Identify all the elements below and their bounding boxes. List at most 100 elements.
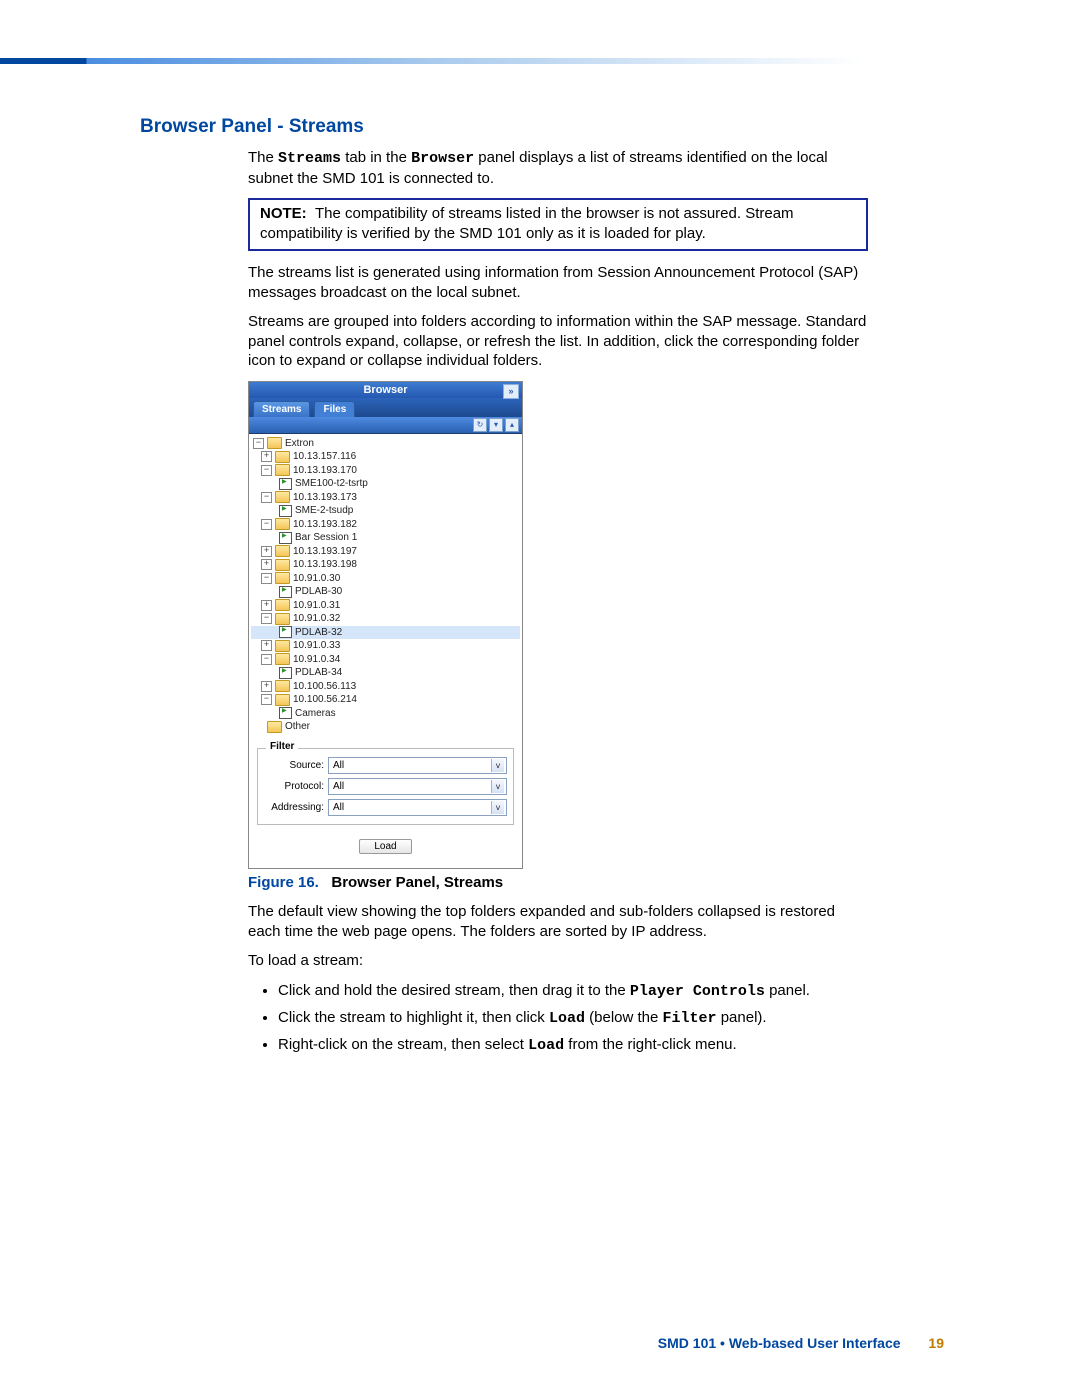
expand-toggle-icon[interactable]: + — [261, 600, 272, 611]
expand-toggle-icon[interactable]: + — [261, 451, 272, 462]
collapse-icon[interactable]: » — [503, 384, 519, 399]
folder-icon — [275, 451, 290, 463]
stream-item[interactable]: PDLAB-30 — [251, 585, 520, 599]
stream-icon — [279, 478, 292, 490]
intro-paragraph: The Streams tab in the Browser panel dis… — [248, 148, 868, 188]
text: panel. — [765, 982, 810, 999]
filter-source-select[interactable]: All ⅴ — [328, 757, 507, 774]
tab-files[interactable]: Files — [314, 401, 355, 417]
folder-item[interactable]: − 10.13.193.182 — [251, 518, 520, 532]
load-keyword: Load — [528, 1037, 564, 1054]
refresh-icon[interactable]: ↻ — [473, 418, 487, 432]
paragraph: To load a stream: — [248, 951, 868, 971]
folder-item[interactable]: − 10.13.193.170 — [251, 464, 520, 478]
panel-toolbar: ↻ ▾ ▴ — [249, 417, 522, 434]
tree-label: 10.13.193.198 — [293, 558, 357, 572]
text: from the right-click menu. — [564, 1036, 737, 1053]
figure-caption: Figure 16. Browser Panel, Streams — [248, 873, 868, 893]
folder-icon — [267, 721, 282, 733]
expand-toggle-icon[interactable]: − — [261, 694, 272, 705]
note-text: The compatibility of streams listed in t… — [260, 205, 794, 242]
filter-addressing-value: All — [333, 802, 344, 813]
stream-icon — [279, 707, 292, 719]
stream-icon — [279, 505, 292, 517]
folder-item[interactable]: +10.13.157.116 — [251, 450, 520, 464]
tree-label: Bar Session 1 — [295, 531, 357, 545]
chevron-down-icon: ⅴ — [491, 801, 504, 814]
stream-item[interactable]: Cameras — [251, 707, 520, 721]
tree-label: 10.100.56.214 — [293, 693, 357, 707]
tree-label: 10.91.0.32 — [293, 612, 340, 626]
stream-icon — [279, 667, 292, 679]
stream-item[interactable]: SME-2-tsudp — [251, 504, 520, 518]
folder-item[interactable]: −10.91.0.34 — [251, 653, 520, 667]
expand-toggle-icon[interactable]: − — [261, 519, 272, 530]
folder-item[interactable]: −10.13.193.173 — [251, 491, 520, 505]
folder-item[interactable]: +10.100.56.113 — [251, 680, 520, 694]
player-controls-keyword: Player Controls — [630, 983, 765, 1000]
tab-bar: Streams Files — [249, 398, 522, 417]
panel-title: Browser — [363, 384, 407, 396]
folder-item[interactable]: Other — [251, 720, 520, 734]
note-box: NOTE: The compatibility of streams liste… — [248, 198, 868, 251]
expand-all-icon[interactable]: ▾ — [489, 418, 503, 432]
instruction-list: Click and hold the desired stream, then … — [258, 981, 868, 1057]
folder-item[interactable]: − 10.91.0.30 — [251, 572, 520, 586]
text: (below the — [585, 1009, 663, 1026]
tree-label: 10.13.193.170 — [293, 464, 357, 478]
text: Right-click on the stream, then select — [278, 1036, 528, 1053]
expand-toggle-icon[interactable]: + — [261, 559, 272, 570]
browser-keyword: Browser — [411, 150, 474, 167]
page-number: 19 — [928, 1335, 944, 1351]
stream-item[interactable]: PDLAB-32 — [251, 626, 520, 640]
folder-item[interactable]: +10.91.0.31 — [251, 599, 520, 613]
tree-label: 10.13.193.182 — [293, 518, 357, 532]
folder-icon — [275, 545, 290, 557]
filter-protocol-select[interactable]: All ⅴ — [328, 778, 507, 795]
filter-addressing-select[interactable]: All ⅴ — [328, 799, 507, 816]
folder-icon — [275, 680, 290, 692]
expand-toggle-icon[interactable]: − — [261, 465, 272, 476]
stream-item[interactable]: Bar Session 1 — [251, 531, 520, 545]
tab-streams[interactable]: Streams — [253, 401, 310, 417]
expand-toggle-icon[interactable]: + — [261, 640, 272, 651]
chevron-down-icon: ⅴ — [491, 780, 504, 793]
note-label: NOTE: — [260, 205, 307, 222]
folder-item[interactable]: − 10.91.0.32 — [251, 612, 520, 626]
folder-item[interactable]: +10.13.193.197 — [251, 545, 520, 559]
stream-icon — [279, 626, 292, 638]
folder-icon — [275, 653, 290, 665]
tree-label: 10.100.56.113 — [293, 680, 356, 694]
folder-item[interactable]: − Extron — [251, 437, 520, 451]
text: tab in the — [341, 149, 411, 166]
expand-toggle-icon[interactable]: − — [261, 492, 272, 503]
collapse-all-icon[interactable]: ▴ — [505, 418, 519, 432]
tree-label: PDLAB-32 — [295, 626, 342, 640]
stream-item[interactable]: PDLAB-34 — [251, 666, 520, 680]
tree-label: SME100-t2-tsrtp — [295, 477, 368, 491]
expand-toggle-icon[interactable]: − — [261, 654, 272, 665]
folder-icon — [275, 518, 290, 530]
filter-legend: Filter — [266, 741, 298, 752]
expand-toggle-icon[interactable]: − — [261, 613, 272, 624]
streams-keyword: Streams — [278, 150, 341, 167]
tree-label: 10.91.0.31 — [293, 599, 340, 613]
folder-item[interactable]: +10.13.193.198 — [251, 558, 520, 572]
tree-label: Extron — [285, 437, 314, 451]
expand-toggle-icon[interactable]: − — [253, 438, 264, 449]
folder-icon — [267, 437, 282, 449]
stream-item[interactable]: SME100-t2-tsrtp — [251, 477, 520, 491]
folder-item[interactable]: − 10.100.56.214 — [251, 693, 520, 707]
expand-toggle-icon[interactable]: + — [261, 546, 272, 557]
text: panel). — [717, 1009, 767, 1026]
tree-label: 10.91.0.30 — [293, 572, 340, 586]
expand-toggle-icon[interactable]: + — [261, 681, 272, 692]
expand-toggle-icon[interactable]: − — [261, 573, 272, 584]
filter-protocol-label: Protocol: — [264, 781, 324, 792]
folder-icon — [275, 464, 290, 476]
tree-label: SME-2-tsudp — [295, 504, 353, 518]
folder-item[interactable]: +10.91.0.33 — [251, 639, 520, 653]
stream-icon — [279, 586, 292, 598]
figure-number: Figure 16. — [248, 874, 319, 891]
load-button[interactable]: Load — [359, 839, 411, 854]
